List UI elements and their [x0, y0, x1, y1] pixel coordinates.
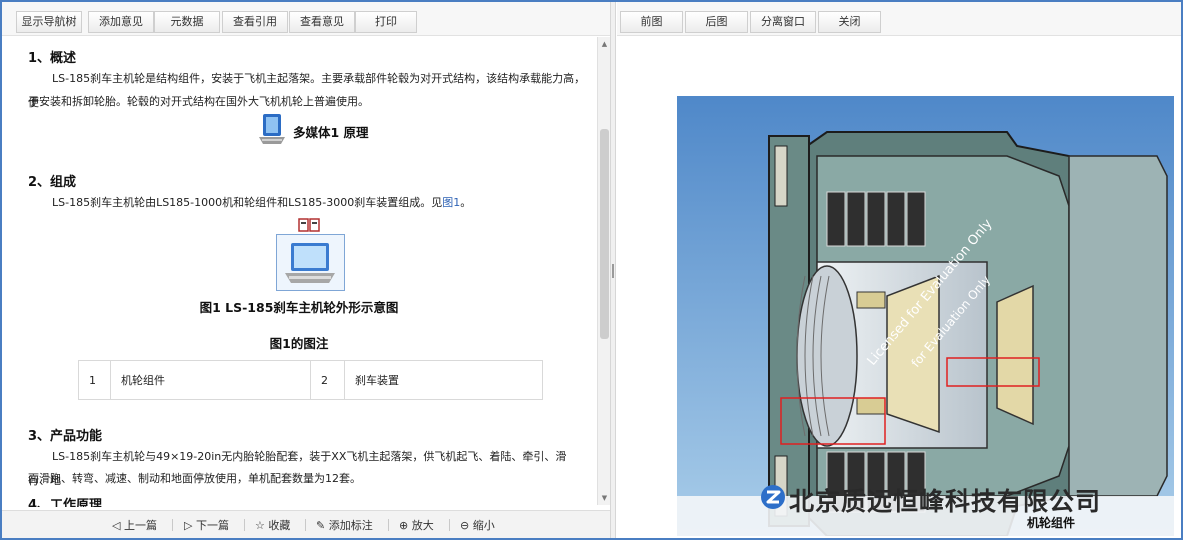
- previous-figure-button[interactable]: 前图: [620, 11, 683, 33]
- previous-label: 上一篇: [123, 519, 157, 532]
- next-figure-button[interactable]: 后图: [685, 11, 748, 33]
- zoom-out-label: 缩小: [472, 519, 495, 532]
- divider: [244, 519, 245, 531]
- star-icon: ☆: [255, 519, 265, 532]
- section-heading-principle: 4、工作原理: [28, 498, 103, 507]
- navigation-bar: ◁ 上一篇 ▷ 下一篇 ☆ 收藏 ✎ 添加标注 ⊕ 放大 ⊖ 缩小: [2, 510, 610, 538]
- divider: [172, 519, 173, 531]
- company-logo-icon: [761, 485, 785, 509]
- section-heading-composition: 2、组成: [28, 175, 77, 190]
- next-label: 下一篇: [195, 519, 229, 532]
- section-heading-function: 3、产品功能: [28, 429, 103, 444]
- divider: [305, 519, 306, 531]
- scroll-thumb[interactable]: [600, 129, 609, 339]
- figure-thumbnail-image: [285, 243, 335, 283]
- company-watermark: 北京质远恒峰科技有限公司: [789, 487, 1102, 516]
- composition-paragraph: LS-185刹车主机轮由LS185-1000机和轮组件和LS185-3000刹车…: [28, 191, 588, 215]
- zoom-out-button[interactable]: ⊖ 缩小: [460, 517, 495, 533]
- add-comment-button[interactable]: 添加意见: [88, 11, 154, 33]
- figure-viewer: 前图 后图 分离窗口 关闭 Licensed for Evaluation On…: [617, 2, 1181, 538]
- legend-index-2: 2: [310, 360, 345, 400]
- view-references-button[interactable]: 查看引用: [222, 11, 288, 33]
- composition-end: 。: [460, 196, 472, 209]
- previous-icon: ◁: [112, 519, 121, 532]
- document-content: 1、概述 LS-185刹车主机轮是结构组件，安装于飞机主起落架。主要承载部件轮毂…: [2, 37, 596, 507]
- zoom-in-label: 放大: [411, 519, 434, 532]
- viewer-toolbar: 前图 后图 分离窗口 关闭: [617, 2, 1181, 36]
- pane-splitter[interactable]: [610, 2, 616, 538]
- print-button[interactable]: 打印: [355, 11, 417, 33]
- add-annotation-button[interactable]: ✎ 添加标注: [316, 517, 373, 533]
- composition-text: LS-185刹车主机轮由LS185-1000机和轮组件和LS185-3000刹车…: [52, 196, 443, 209]
- multimedia-label: 多媒体1 原理: [293, 125, 369, 140]
- figure-1-link[interactable]: 图1: [442, 196, 460, 209]
- pen-icon: ✎: [316, 519, 326, 532]
- legend-title: 图1的图注: [269, 336, 329, 351]
- next-icon: ▷: [184, 519, 193, 532]
- close-viewer-button[interactable]: 关闭: [818, 11, 881, 33]
- legend-index-1: 1: [78, 360, 111, 400]
- view-comments-button[interactable]: 查看意见: [289, 11, 355, 33]
- next-article-button[interactable]: ▷ 下一篇: [184, 517, 229, 533]
- zoom-in-button[interactable]: ⊕ 放大: [399, 517, 434, 533]
- favorite-button[interactable]: ☆ 收藏: [255, 517, 290, 533]
- image-caption: 机轮组件: [1027, 516, 1076, 530]
- section-heading-overview: 1、概述: [28, 51, 77, 66]
- legend-item-2: 刹车装置: [344, 360, 543, 400]
- legend-table: 1 机轮组件 2 刹车装置: [78, 360, 543, 400]
- document-toolbar: 显示导航树 添加意见 元数据 查看引用 查看意见 打印: [2, 2, 610, 36]
- wheel-drawing: Licensed for Evaluation Only for Evaluat…: [677, 96, 1174, 536]
- show-nav-tree-button[interactable]: 显示导航树: [16, 11, 82, 33]
- document-scrollbar[interactable]: ▲ ▼: [597, 37, 610, 505]
- legend-item-1: 机轮组件: [110, 360, 311, 400]
- table-row: 1 机轮组件 2 刹车装置: [78, 360, 543, 400]
- divider: [388, 519, 389, 531]
- divider: [449, 519, 450, 531]
- multimedia-link[interactable]: 多媒体1 原理: [257, 113, 369, 147]
- figure-title: 图1 LS-185刹车主机轮外形示意图: [199, 300, 399, 315]
- document-pane: 显示导航树 添加意见 元数据 查看引用 查看意见 打印 1、概述 LS-185刹…: [2, 2, 610, 538]
- splitter-grip-icon[interactable]: [612, 264, 614, 278]
- zoom-in-icon: ⊕: [399, 519, 409, 532]
- figure-1-thumbnail[interactable]: [276, 234, 345, 291]
- wheel-cross-section-image[interactable]: Licensed for Evaluation Only for Evaluat…: [677, 96, 1174, 536]
- favorite-label: 收藏: [268, 519, 291, 532]
- previous-article-button[interactable]: ◁ 上一篇: [112, 517, 157, 533]
- book-icon[interactable]: [298, 217, 320, 233]
- metadata-button[interactable]: 元数据: [154, 11, 220, 33]
- overview-line-2: 于安装和拆卸轮胎。轮毂的对开式结构在国外大飞机机轮上普遍使用。: [28, 95, 369, 108]
- multimedia-icon: [259, 114, 285, 144]
- add-annotation-label: 添加标注: [328, 519, 373, 532]
- detach-window-button[interactable]: 分离窗口: [750, 11, 816, 33]
- zoom-out-icon: ⊖: [460, 519, 470, 532]
- function-line-2: 面滑跑、转弯、减速、制动和地面停放使用，单机配套数量为12套。: [28, 472, 361, 485]
